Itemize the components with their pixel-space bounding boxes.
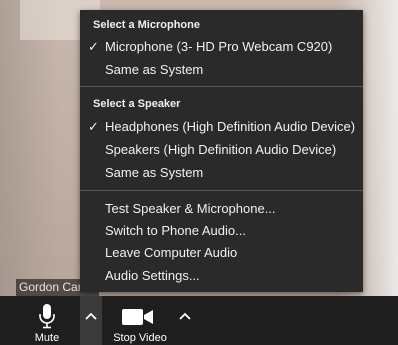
speaker-section-header: Select a Speaker [93, 98, 181, 110]
mute-label: Mute [34, 332, 60, 344]
menu-item-leave-computer-audio[interactable]: Leave Computer Audio [80, 242, 363, 264]
menu-item-label: Same as System [105, 165, 204, 180]
stop-video-label: Stop Video [113, 332, 167, 344]
menu-divider [80, 190, 363, 191]
video-camera-icon [122, 309, 153, 325]
audio-options-caret-button[interactable] [80, 296, 102, 345]
menu-item-speaker-speakers[interactable]: Speakers (High Definition Audio Device) [80, 139, 363, 161]
menu-item-speaker-headphones[interactable]: ✓ Headphones (High Definition Audio Devi… [80, 116, 363, 138]
menu-item-label: Test Speaker & Microphone... [105, 201, 276, 216]
mute-button[interactable]: Mute [22, 296, 72, 345]
menu-item-test-speaker-microphone[interactable]: Test Speaker & Microphone... [80, 198, 363, 220]
menu-item-label: Switch to Phone Audio... [105, 223, 246, 238]
chevron-up-icon [85, 312, 97, 320]
audio-options-menu: Select a Microphone ✓ Microphone (3- HD … [80, 10, 363, 292]
check-icon: ✓ [88, 119, 99, 134]
menu-item-label: Leave Computer Audio [105, 245, 238, 260]
menu-item-speaker-same-as-system[interactable]: Same as System [80, 162, 363, 184]
chevron-up-icon [179, 312, 191, 320]
microphone-icon [39, 304, 55, 329]
microphone-section-header: Select a Microphone [93, 19, 200, 31]
menu-item-label: Same as System [105, 62, 204, 77]
menu-item-label: Microphone (3- HD Pro Webcam C920) [105, 39, 333, 54]
menu-item-audio-settings[interactable]: Audio Settings... [80, 265, 363, 287]
check-icon: ✓ [88, 39, 99, 54]
menu-divider [80, 86, 363, 87]
stop-video-button[interactable]: Stop Video [100, 296, 180, 345]
video-shade-left [0, 0, 60, 296]
video-options-caret-button[interactable] [174, 296, 196, 345]
meeting-toolbar: Mute Stop Video [0, 296, 398, 345]
menu-item-label: Speakers (High Definition Audio Device) [105, 142, 337, 157]
menu-item-switch-to-phone-audio[interactable]: Switch to Phone Audio... [80, 220, 363, 242]
menu-item-microphone-c920[interactable]: ✓ Microphone (3- HD Pro Webcam C920) [80, 36, 363, 58]
menu-item-label: Audio Settings... [105, 268, 200, 283]
menu-item-microphone-same-as-system[interactable]: Same as System [80, 59, 363, 81]
menu-item-label: Headphones (High Definition Audio Device… [105, 119, 356, 134]
